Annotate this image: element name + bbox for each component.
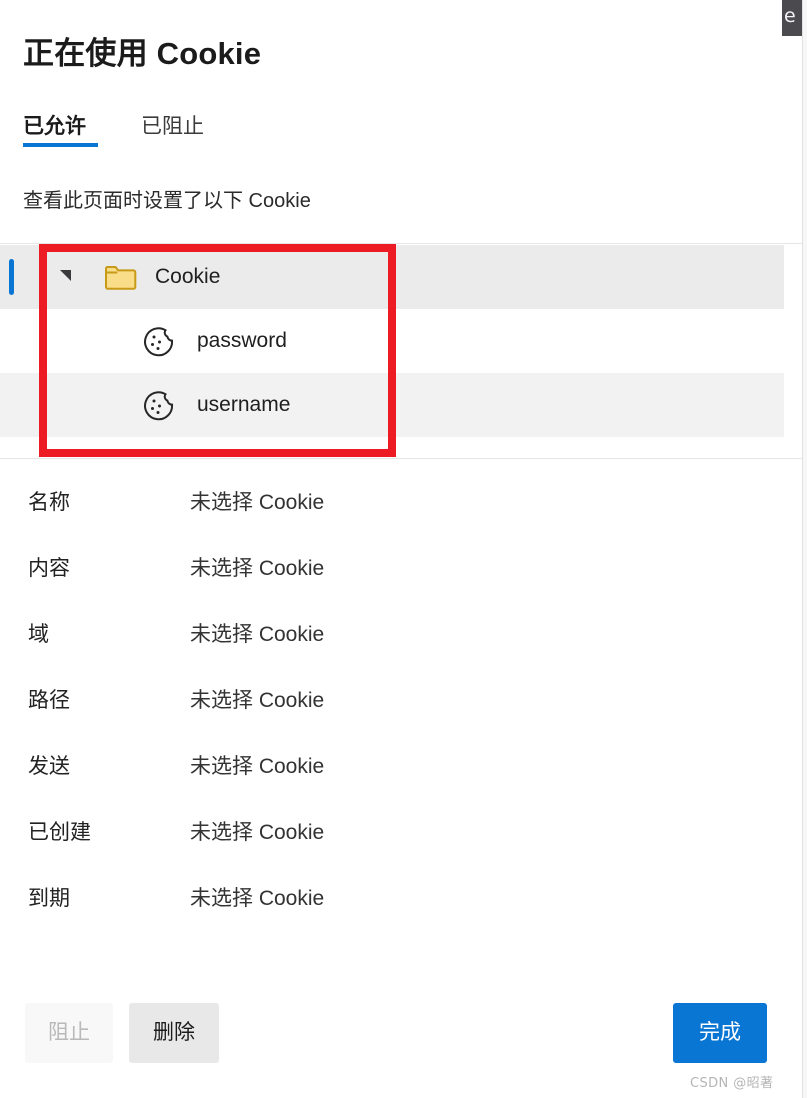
detail-value: 未选择 Cookie bbox=[190, 821, 325, 844]
done-button[interactable]: 完成 bbox=[673, 1003, 767, 1063]
cookie-tree: Cookie password username bbox=[0, 243, 802, 459]
cookie-details-panel: 名称 未选择 Cookie 内容 未选择 Cookie 域 未选择 Cookie… bbox=[0, 486, 802, 948]
detail-row-path: 路径 未选择 Cookie bbox=[0, 684, 802, 750]
detail-label: 内容 bbox=[28, 557, 70, 580]
csdn-watermark: CSDN @昭著 bbox=[690, 1076, 774, 1091]
detail-value: 未选择 Cookie bbox=[190, 623, 325, 646]
detail-value: 未选择 Cookie bbox=[190, 689, 325, 712]
window-right-edge bbox=[802, 0, 807, 1098]
detail-value: 未选择 Cookie bbox=[190, 491, 325, 514]
active-tab-indicator bbox=[23, 143, 98, 147]
delete-button[interactable]: 删除 bbox=[129, 1003, 219, 1063]
detail-label: 名称 bbox=[28, 491, 70, 514]
detail-label: 路径 bbox=[28, 689, 70, 712]
block-button[interactable]: 阻止 bbox=[25, 1003, 113, 1063]
detail-label: 域 bbox=[28, 623, 49, 646]
cookie-icon bbox=[144, 391, 174, 421]
detail-value: 未选择 Cookie bbox=[190, 755, 325, 778]
description-text: 查看此页面时设置了以下 Cookie bbox=[23, 190, 311, 212]
detail-label: 发送 bbox=[28, 755, 70, 778]
detail-row-content: 内容 未选择 Cookie bbox=[0, 552, 802, 618]
detail-row-name: 名称 未选择 Cookie bbox=[0, 486, 802, 552]
edge-logo-icon: e bbox=[784, 5, 796, 27]
tree-row-username[interactable]: username bbox=[0, 373, 784, 437]
page-title: 正在使用 Cookie bbox=[23, 36, 262, 71]
cookies-dialog-screenshot: 正在使用 Cookie 已允许 已阻止 查看此页面时设置了以下 Cookie C… bbox=[0, 0, 807, 1098]
tree-row-label: username bbox=[197, 393, 291, 416]
detail-value: 未选择 Cookie bbox=[190, 887, 325, 910]
cookies-in-use-dialog: 正在使用 Cookie 已允许 已阻止 查看此页面时设置了以下 Cookie C… bbox=[0, 0, 802, 1098]
tab-blocked[interactable]: 已阻止 bbox=[141, 110, 204, 148]
cookie-tree-list: Cookie password username bbox=[0, 245, 784, 457]
detail-row-created: 已创建 未选择 Cookie bbox=[0, 816, 802, 882]
selection-indicator bbox=[9, 259, 14, 295]
cookie-icon bbox=[144, 327, 174, 357]
folder-icon bbox=[105, 265, 137, 290]
tree-row-cookie-folder[interactable]: Cookie bbox=[0, 245, 784, 309]
detail-row-domain: 域 未选择 Cookie bbox=[0, 618, 802, 684]
tree-row-password[interactable]: password bbox=[0, 309, 784, 373]
chevron-expanded-icon[interactable] bbox=[60, 270, 71, 281]
detail-row-send-for: 发送 未选择 Cookie bbox=[0, 750, 802, 816]
tree-row-label: password bbox=[197, 329, 287, 352]
cookie-tree-scrollbar[interactable] bbox=[776, 244, 792, 458]
detail-label: 已创建 bbox=[28, 821, 91, 844]
tree-row-label: Cookie bbox=[155, 265, 221, 288]
browser-chrome-sliver: e bbox=[782, 0, 802, 36]
detail-value: 未选择 Cookie bbox=[190, 557, 325, 580]
detail-label: 到期 bbox=[28, 887, 70, 910]
detail-row-expires: 到期 未选择 Cookie bbox=[0, 882, 802, 948]
